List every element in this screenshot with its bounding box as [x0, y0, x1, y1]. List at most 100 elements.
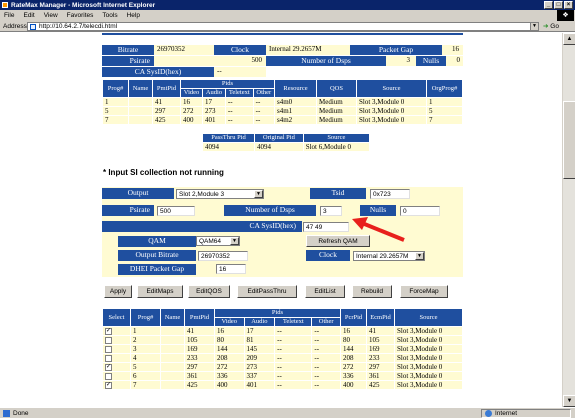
select-checkbox[interactable]	[105, 372, 112, 380]
chevron-down-icon: ▼	[415, 252, 424, 260]
page-icon	[30, 23, 36, 30]
col-prog: Prog#	[102, 79, 129, 98]
editqos-button[interactable]: EditQOS	[188, 285, 230, 298]
select-checkbox[interactable]	[105, 345, 112, 353]
selection-cell: 80	[340, 335, 367, 345]
col-ecmpid: EcmPid	[366, 308, 395, 327]
selection-row: ✓ 5 297 272 273 -- -- 272 297 Slot 3,Module 0	[102, 362, 463, 372]
program-cell: s4m1	[274, 106, 317, 116]
selection-cell: 145	[243, 344, 276, 354]
scroll-down-icon[interactable]: ▼	[563, 395, 575, 407]
security-zone: Internet	[481, 409, 571, 418]
selection-cell: 81	[243, 335, 276, 345]
select-checkbox[interactable]: ✓	[105, 381, 112, 389]
packetgap-label: Packet Gap	[350, 45, 442, 55]
program-cell: 16	[179, 97, 204, 107]
select-checkbox[interactable]	[105, 354, 112, 362]
program-cell: 7	[426, 115, 463, 125]
outbitrate-label: Output Bitrate	[118, 250, 196, 261]
col-source: Source	[356, 79, 427, 98]
program-table: Prog# Name PmtPid Pids Resource QOS Sour…	[102, 79, 463, 125]
selection-cell: 233	[184, 353, 215, 363]
menu-tools[interactable]: Tools	[102, 12, 117, 19]
editpassthru-button[interactable]: EditPassThru	[237, 285, 297, 298]
select-cell: ✓	[102, 362, 131, 372]
address-bar: Address http://10.64.2.7/telecdi.html ▼ …	[0, 21, 575, 32]
select-checkbox[interactable]	[105, 336, 112, 344]
selection-cell: --	[274, 326, 313, 336]
select-checkbox[interactable]: ✓	[105, 327, 112, 335]
selection-cell: Slot 3,Module 0	[394, 335, 463, 345]
passthru-pid: 4094	[201, 142, 256, 152]
bitrate-value: 26970352	[154, 45, 214, 55]
select-cell: ✓	[102, 326, 131, 336]
annotation-arrow-icon	[352, 217, 405, 242]
select-cell	[102, 371, 131, 381]
program-cell: 1	[102, 97, 129, 107]
address-dropdown-icon[interactable]: ▼	[530, 22, 539, 31]
selection-row: 2 105 80 81 -- -- 80 105 Slot 3,Module 0	[102, 335, 463, 345]
select-checkbox[interactable]: ✓	[105, 363, 112, 371]
chevron-down-icon: ▼	[230, 237, 239, 245]
packetgap-value: 16	[442, 45, 463, 55]
menu-help[interactable]: Help	[127, 12, 140, 19]
casysid-input[interactable]: 47 49	[303, 222, 349, 232]
col-other: Other	[311, 317, 341, 327]
si-collection-notice: * Input SI collection not running	[103, 168, 224, 177]
qam-select[interactable]: QAM64 ▼	[196, 236, 240, 246]
program-cell: --	[224, 97, 254, 107]
selection-cell: 105	[366, 335, 395, 345]
selection-cell: 105	[184, 335, 215, 345]
selection-cell: 16	[214, 326, 245, 336]
address-input[interactable]: http://10.64.2.7/telecdi.html	[27, 22, 539, 31]
menu-edit[interactable]: Edit	[23, 12, 34, 19]
nulls-value: 0	[446, 56, 463, 66]
selection-cell: --	[311, 380, 341, 390]
go-arrow-icon: ➔	[543, 23, 549, 30]
maximize-button[interactable]: □	[554, 1, 563, 9]
go-button[interactable]: ➔ Go	[543, 22, 559, 30]
original-pid: 4094	[254, 142, 304, 152]
tsid-input[interactable]: 0x723	[370, 189, 410, 199]
selection-cell: 425	[184, 380, 215, 390]
vertical-scrollbar[interactable]: ▲ ▼	[562, 33, 575, 407]
menu-view[interactable]: View	[44, 12, 58, 19]
selection-cell: 144	[214, 344, 245, 354]
col-teletext: Teletext	[274, 317, 313, 327]
selection-cell: --	[274, 335, 313, 345]
selection-cell: Slot 3,Module 0	[394, 371, 463, 381]
status-bar: Done Internet	[0, 407, 575, 418]
selection-cell: 1	[130, 326, 161, 336]
nulls-input[interactable]: 0	[400, 206, 440, 216]
col-original-pid: Original Pid	[254, 133, 304, 143]
minimize-button[interactable]: _	[544, 1, 553, 9]
selection-cell: 336	[214, 371, 245, 381]
program-cell: Slot 3,Module 0	[356, 97, 427, 107]
close-button[interactable]: ×	[564, 1, 573, 9]
ie-app-icon	[2, 2, 8, 8]
program-cell	[128, 115, 153, 125]
forcemap-button[interactable]: ForceMap	[400, 285, 448, 298]
outbitrate-input[interactable]: 26970352	[198, 251, 248, 261]
menu-file[interactable]: File	[4, 12, 14, 19]
dhei-input[interactable]: 16	[216, 264, 246, 274]
scroll-thumb[interactable]	[563, 101, 575, 179]
selection-cell	[160, 380, 185, 390]
scroll-up-icon[interactable]: ▲	[563, 33, 575, 45]
psirate-input[interactable]: 500	[157, 206, 195, 216]
selection-cell: --	[311, 326, 341, 336]
selection-cell: --	[311, 353, 341, 363]
selection-cell	[160, 371, 185, 381]
editlist-button[interactable]: EditList	[305, 285, 345, 298]
rebuild-button[interactable]: Rebuild	[352, 285, 392, 298]
editmaps-button[interactable]: EditMaps	[137, 285, 183, 298]
clock-select[interactable]: Internal 29.2657M ▼	[353, 251, 425, 261]
numdsps-input[interactable]: 3	[320, 206, 342, 216]
selection-cell: 273	[243, 362, 276, 372]
selection-cell: 169	[366, 344, 395, 354]
psirate-value: 500	[154, 56, 266, 66]
col-passthru-pid: PassThru Pid	[201, 133, 256, 143]
output-select[interactable]: Slot 2,Module 3 ▼	[176, 189, 264, 199]
menu-favorites[interactable]: Favorites	[67, 12, 94, 19]
apply-button[interactable]: Apply	[104, 285, 132, 298]
